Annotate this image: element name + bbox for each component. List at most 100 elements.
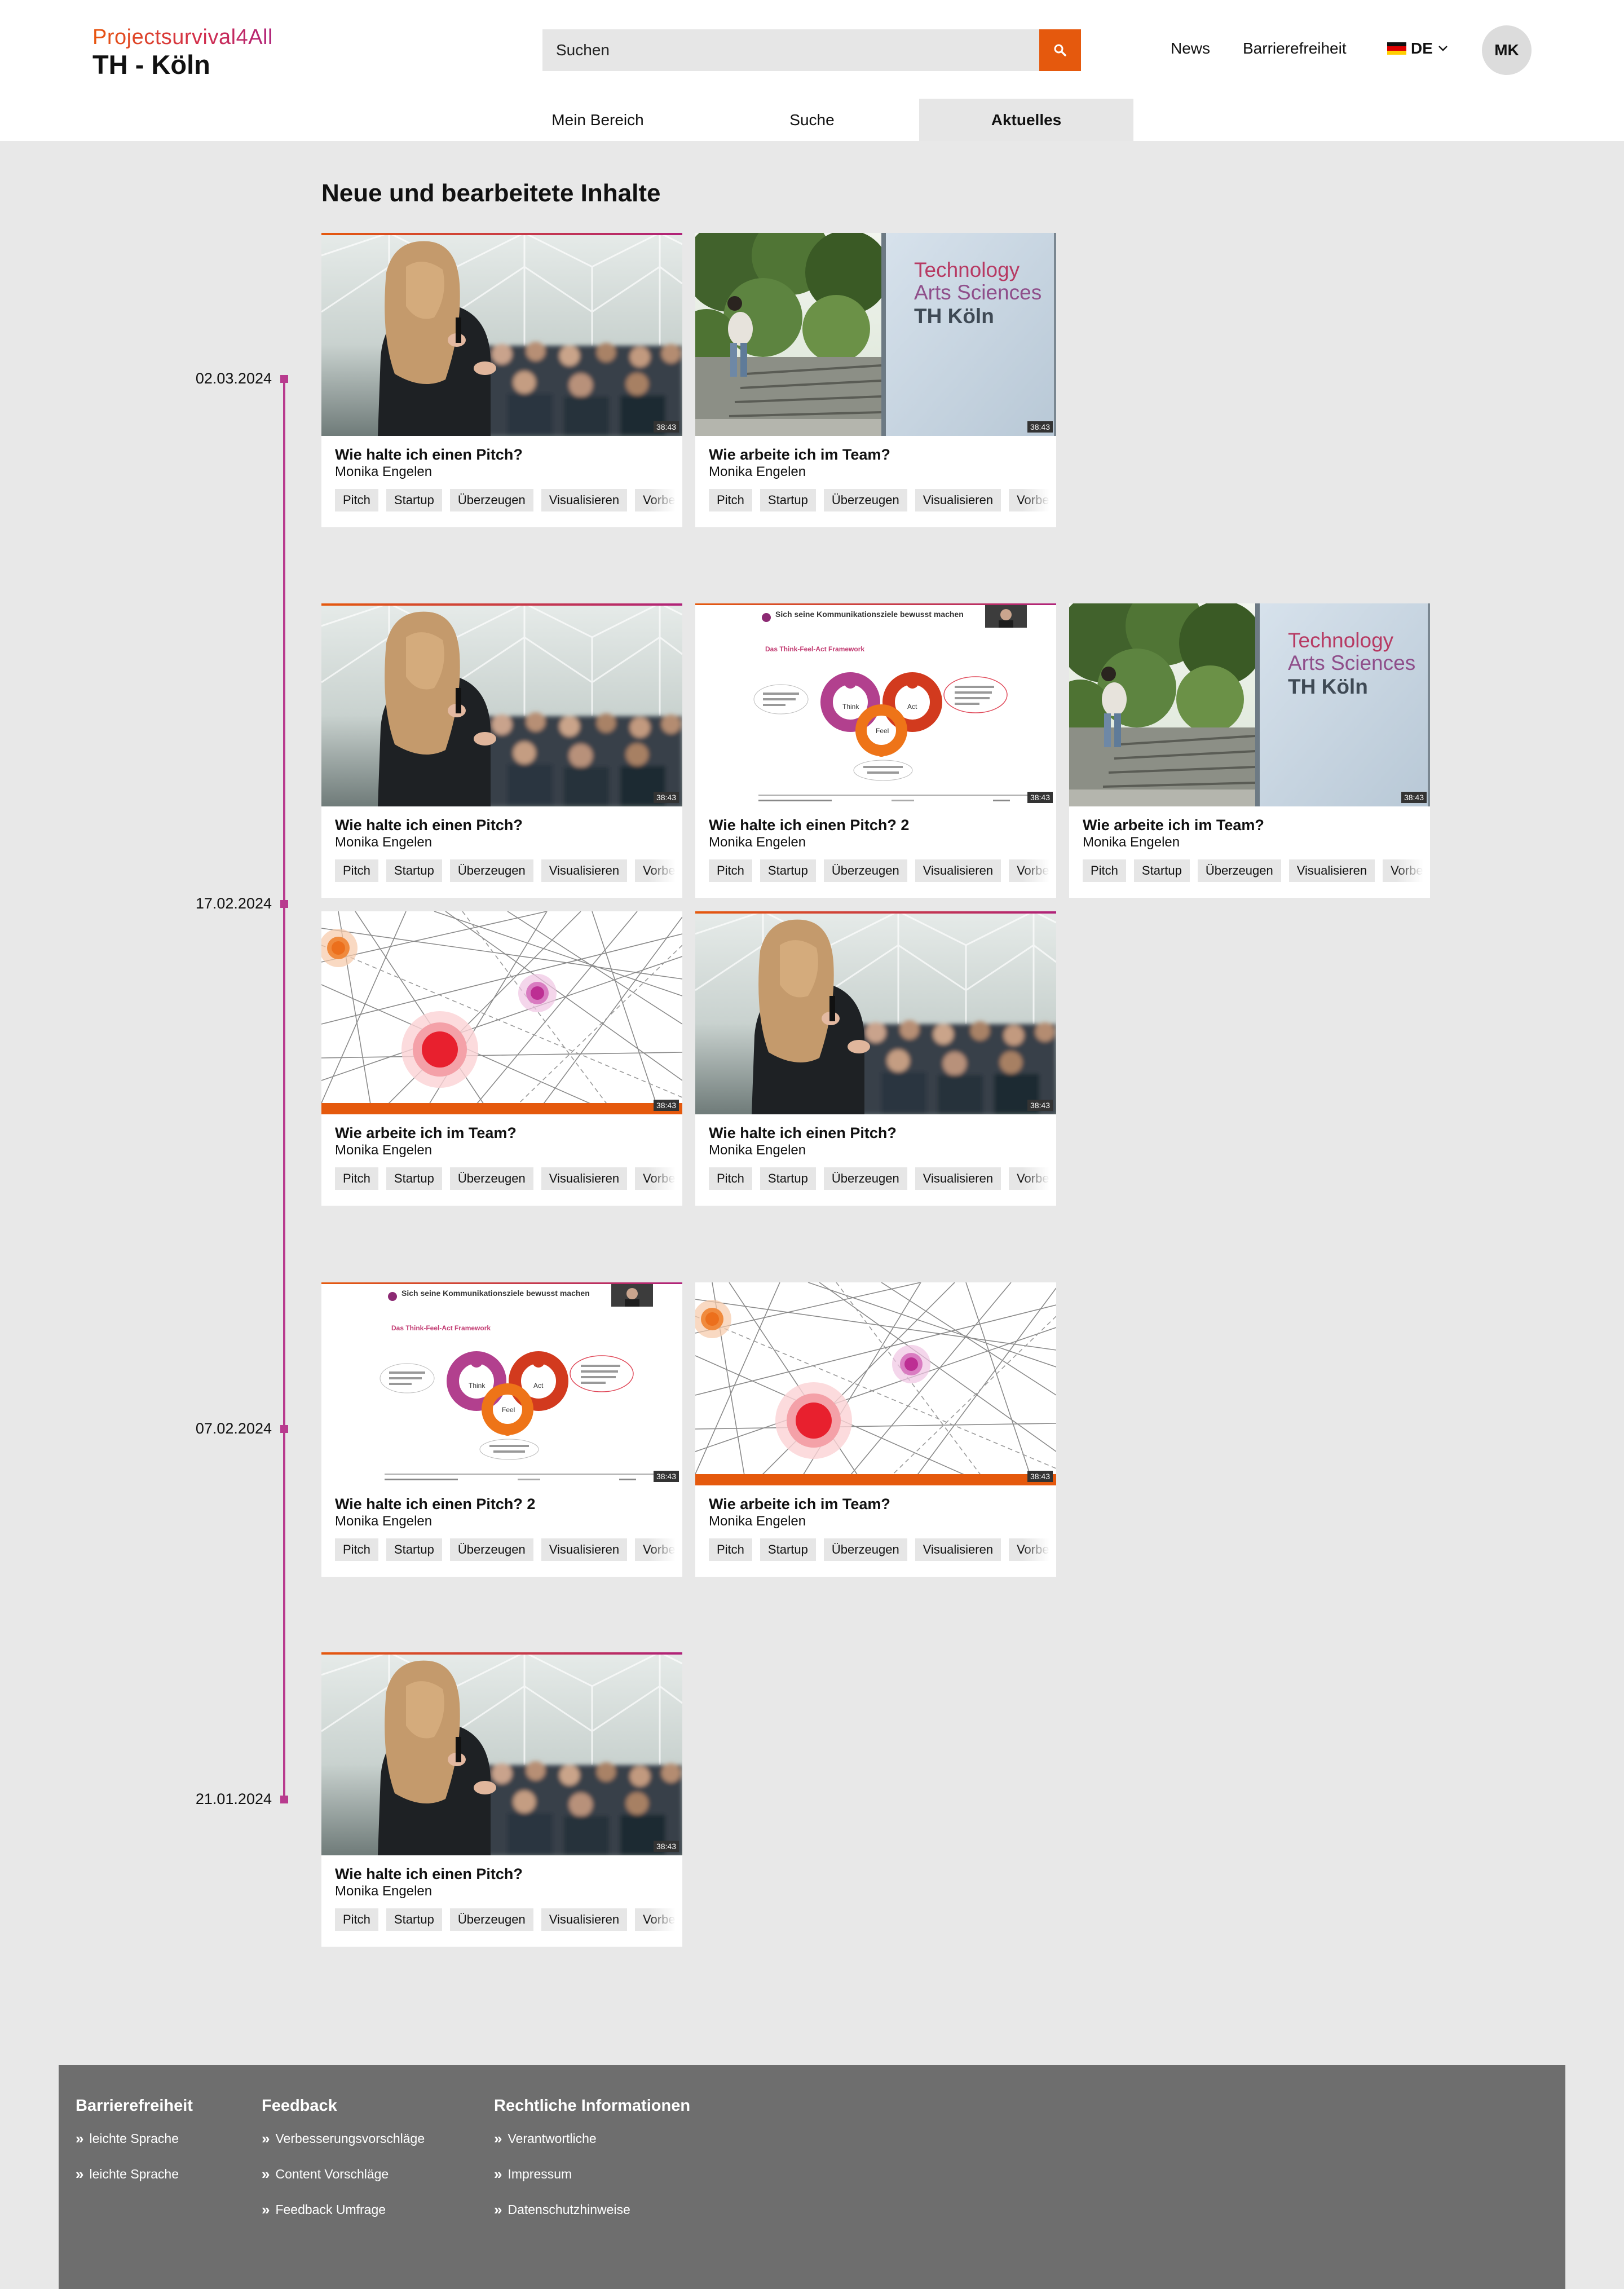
content-card[interactable]: Sich seine Kommunikationsziele bewusst m… (695, 603, 1056, 898)
tag-chip[interactable]: Startup (386, 1908, 442, 1931)
tab-aktuelles[interactable]: Aktuelles (919, 99, 1133, 141)
content-card[interactable]: Sich seine Kommunikationsziele bewusst m… (321, 1282, 682, 1577)
tag-chip[interactable]: Startup (386, 859, 442, 882)
footer-link-content-suggestions[interactable]: » Content Vorschläge (262, 2163, 425, 2185)
content-card[interactable]: 38:43 Wie arbeite ich im Team? Monika Enge… (695, 1282, 1056, 1577)
tag-chip[interactable]: Pitch (335, 1167, 378, 1190)
tag-chip[interactable]: Startup (1133, 859, 1190, 882)
tag-chip[interactable]: Pitch (709, 489, 752, 511)
tag-chip[interactable]: Pitch (709, 1538, 752, 1561)
tag-chip[interactable]: Vorbereitung (1383, 859, 1430, 882)
card-title[interactable]: Wie halte ich einen Pitch? (335, 1865, 523, 1883)
tag-chip[interactable]: Überzeugen (823, 859, 907, 882)
news-link[interactable]: News (1171, 39, 1210, 58)
card-title[interactable]: Wie halte ich einen Pitch? (335, 817, 523, 834)
tag-chip[interactable]: Visualisieren (541, 1908, 628, 1931)
card-title[interactable]: Wie halte ich einen Pitch? 2 (709, 817, 909, 834)
content-card[interactable]: 38:43 Wie halte ich einen Pitch? Monika En… (695, 911, 1056, 1206)
site-logo[interactable]: Projectsurvival4All TH - Köln (92, 25, 273, 79)
footer-link-feedback-survey[interactable]: » Feedback Umfrage (262, 2199, 425, 2220)
duration-badge: 38:43 (653, 1471, 679, 1482)
video-thumbnail[interactable]: 38:43 (695, 911, 1056, 1114)
tag-chip[interactable]: Überzeugen (823, 1538, 907, 1561)
tag-chip[interactable]: Visualisieren (915, 1167, 1001, 1190)
tag-chip[interactable]: Pitch (1083, 859, 1126, 882)
tag-chip[interactable]: Vorbereitung (635, 489, 682, 511)
card-title[interactable]: Wie halte ich einen Pitch? (335, 446, 523, 464)
tag-chip[interactable]: Vorbereitung (1009, 489, 1056, 511)
tag-chip[interactable]: Pitch (335, 489, 378, 511)
tag-chip[interactable]: Visualisieren (915, 489, 1001, 511)
card-title[interactable]: Wie arbeite ich im Team? (709, 1496, 890, 1513)
tag-chip[interactable]: Visualisieren (915, 1538, 1001, 1561)
tag-chip[interactable]: Überzeugen (823, 1167, 907, 1190)
video-thumbnail[interactable]: 38:43 (695, 1282, 1056, 1485)
tag-chip[interactable]: Visualisieren (541, 1167, 628, 1190)
tag-chip[interactable]: Startup (760, 489, 816, 511)
duration-badge: 38:43 (1027, 1100, 1053, 1111)
tag-chip[interactable]: Visualisieren (541, 1538, 628, 1561)
tag-chip[interactable]: Pitch (709, 1167, 752, 1190)
tag-chip[interactable]: Startup (386, 1167, 442, 1190)
tag-chip[interactable]: Vorbereitung (635, 1167, 682, 1190)
tab-suche[interactable]: Suche (705, 99, 919, 141)
footer-link-responsible[interactable]: » Verantwortliche (494, 2128, 690, 2149)
tab-mein-bereich[interactable]: Mein Bereich (491, 99, 705, 141)
tag-chip[interactable]: Visualisieren (1288, 859, 1375, 882)
accessibility-link[interactable]: Barrierefreiheit (1243, 39, 1347, 58)
video-thumbnail[interactable]: Technology Arts Sciences TH Köln 38:43 (695, 233, 1056, 436)
tag-chip[interactable]: Überzeugen (823, 489, 907, 511)
tag-chip[interactable]: Vorbereitung (1009, 1538, 1056, 1561)
footer-link-easy-language[interactable]: » leichte Sprache (76, 2163, 193, 2185)
video-thumbnail[interactable]: 38:43 (321, 603, 682, 806)
tag-chip[interactable]: Pitch (335, 1538, 378, 1561)
content-card[interactable]: 38:43 Wie halte ich einen Pitch? Monika En… (321, 603, 682, 898)
video-thumbnail[interactable]: Sich seine Kommunikationsziele bewusst m… (321, 1282, 682, 1485)
search-button[interactable] (1039, 29, 1081, 71)
tag-chip[interactable]: Startup (386, 489, 442, 511)
tag-chip[interactable]: Startup (760, 1538, 816, 1561)
footer-link-privacy[interactable]: » Datenschutzhinweise (494, 2199, 690, 2220)
card-title[interactable]: Wie halte ich einen Pitch? 2 (335, 1496, 535, 1513)
tag-chip[interactable]: Überzeugen (449, 1167, 533, 1190)
content-card[interactable]: 38:43 Wie arbeite ich im Team? Monika Enge… (321, 911, 682, 1206)
video-thumbnail[interactable]: Sich seine Kommunikationsziele bewusst m… (695, 603, 1056, 806)
tag-chip[interactable]: Vorbereitung (635, 859, 682, 882)
card-title[interactable]: Wie arbeite ich im Team? (709, 446, 890, 464)
content-card[interactable]: Technology Arts Sciences TH Köln 38:43 Wi… (1069, 603, 1430, 898)
user-avatar[interactable]: MK (1482, 25, 1532, 75)
tag-chip[interactable]: Visualisieren (541, 859, 628, 882)
tag-chip[interactable]: Vorbereitung (1009, 1167, 1056, 1190)
tag-chip[interactable]: Startup (760, 1167, 816, 1190)
video-thumbnail[interactable]: 38:43 (321, 233, 682, 436)
footer-link-easy-language[interactable]: » leichte Sprache (76, 2128, 193, 2149)
content-card[interactable]: Technology Arts Sciences TH Köln 38:43 Wi… (695, 233, 1056, 527)
card-title[interactable]: Wie arbeite ich im Team? (1083, 817, 1264, 834)
tag-chip[interactable]: Überzeugen (449, 489, 533, 511)
content-card[interactable]: 38:43 Wie halte ich einen Pitch? Monika En… (321, 1652, 682, 1947)
card-title[interactable]: Wie halte ich einen Pitch? (709, 1124, 897, 1142)
tag-chip[interactable]: Vorbereitung (1009, 859, 1056, 882)
tag-chip[interactable]: Pitch (335, 859, 378, 882)
footer-link-imprint[interactable]: » Impressum (494, 2163, 690, 2185)
tag-chip[interactable]: Pitch (335, 1908, 378, 1931)
video-thumbnail[interactable]: 38:43 (321, 1652, 682, 1855)
tag-chip[interactable]: Startup (386, 1538, 442, 1561)
card-title[interactable]: Wie arbeite ich im Team? (335, 1124, 517, 1142)
tag-chip[interactable]: Überzeugen (1197, 859, 1281, 882)
tag-chip[interactable]: Überzeugen (449, 1908, 533, 1931)
tag-chip[interactable]: Visualisieren (541, 489, 628, 511)
tag-chip[interactable]: Visualisieren (915, 859, 1001, 882)
video-thumbnail[interactable]: Technology Arts Sciences TH Köln 38:43 (1069, 603, 1430, 806)
language-selector[interactable]: DE (1387, 39, 1449, 58)
content-card[interactable]: 38:43 Wie halte ich einen Pitch? Monika En… (321, 233, 682, 527)
tag-chip[interactable]: Vorbereitung (635, 1538, 682, 1561)
search-input[interactable] (556, 29, 1007, 71)
tag-chip[interactable]: Vorbereitung (635, 1908, 682, 1931)
tag-chip[interactable]: Pitch (709, 859, 752, 882)
footer-link-improvements[interactable]: » Verbesserungsvorschläge (262, 2128, 425, 2149)
video-thumbnail[interactable]: 38:43 (321, 911, 682, 1114)
tag-chip[interactable]: Überzeugen (449, 859, 533, 882)
tag-chip[interactable]: Überzeugen (449, 1538, 533, 1561)
tag-chip[interactable]: Startup (760, 859, 816, 882)
